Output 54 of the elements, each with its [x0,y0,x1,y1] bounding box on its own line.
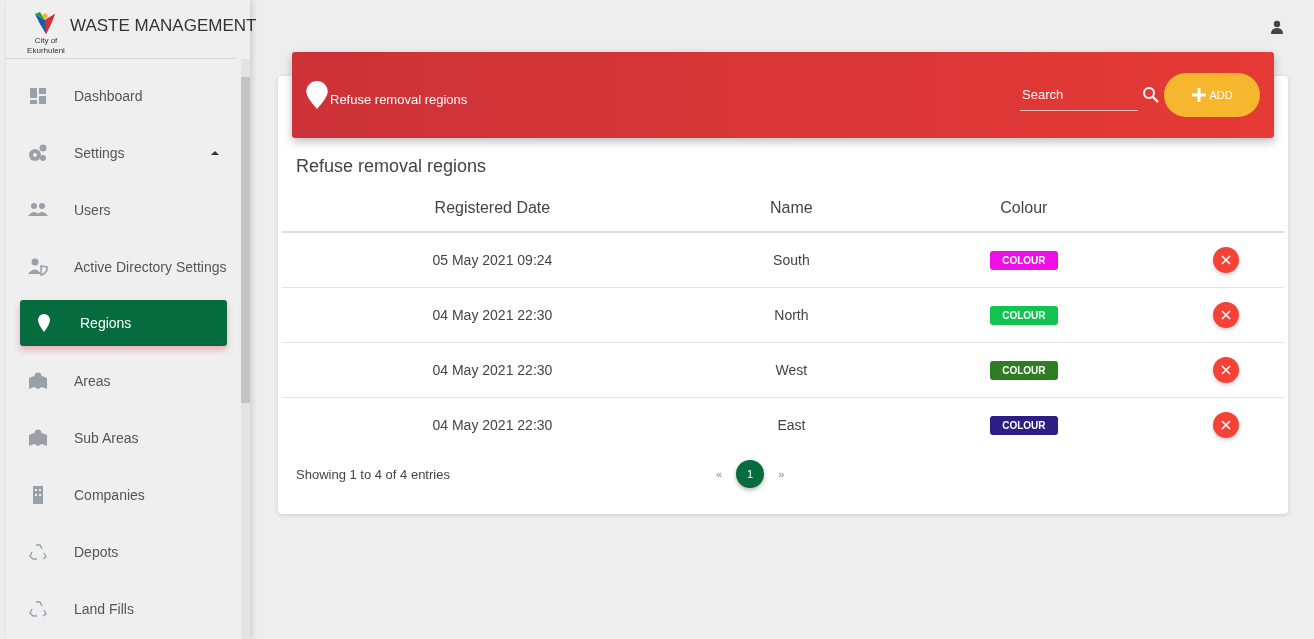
app-title: WASTE MANAGEMENT [70,16,257,36]
entries-summary: Showing 1 to 4 of 4 entries [296,466,451,482]
table-cell: 04 May 2021 22:30 [282,342,703,398]
colour-chip: COLOUR [990,305,1058,325]
table-cell: South [702,232,880,288]
table-cell: West [702,342,880,398]
sidebar-item[interactable]: Users [6,181,241,238]
shield-icon [28,256,48,277]
colour-chip: COLOUR [990,415,1058,435]
sidebar-item[interactable]: Sub Areas [6,409,241,466]
sidebar-item[interactable]: Companies [6,466,241,523]
sidebar-item[interactable]: Depots [6,523,241,580]
column-header: Registered Date [282,199,703,232]
map-icon [28,427,48,448]
table-cell: 04 May 2021 22:30 [282,397,703,452]
colour-chip: COLOUR [990,250,1058,270]
delete-button[interactable] [1212,412,1239,438]
gears-icon [28,142,48,163]
column-header: Colour [880,199,1168,232]
recycle-icon [28,598,48,619]
table-cell: North [702,287,880,343]
sidebar-item[interactable]: Settings [6,124,241,181]
close-icon [1220,420,1231,430]
logo-caption: City of Ekurhuleni [26,36,66,56]
recycle-icon [28,541,48,562]
pin-icon [306,81,328,109]
table-cell: 05 May 2021 09:24 [282,232,703,288]
sidebar-item[interactable]: Land Fills [6,580,241,637]
sidebar-item[interactable]: Areas [6,352,241,409]
scrollbar[interactable] [240,59,250,639]
close-icon [1220,255,1231,265]
table-cell: 04 May 2021 22:30 [282,287,703,343]
next-page-link[interactable]: » [778,468,785,480]
sidebar-item[interactable]: Regions [20,300,227,346]
delete-button[interactable] [1212,247,1239,273]
header-title: Refuse removal regions [330,91,468,107]
column-header: Name [702,199,880,232]
close-icon [1220,365,1231,375]
delete-button[interactable] [1212,302,1239,328]
table-cell: East [702,397,880,452]
sidebar-item[interactable]: Active Directory Settings [6,238,241,295]
sidebar-item[interactable]: Dashboard [6,67,241,124]
plus-icon [1191,87,1208,103]
colour-chip: COLOUR [990,360,1058,380]
previous-page-link[interactable]: « [716,468,723,480]
table-title: Refuse removal regions [295,155,488,178]
page-button[interactable]: 1 [736,460,765,488]
search-field[interactable]: Search [1020,79,1138,111]
search-icon[interactable] [1142,86,1160,104]
delete-button[interactable] [1212,357,1239,383]
user-icon[interactable] [1270,20,1284,34]
map-icon [28,370,48,391]
close-icon [1220,310,1231,320]
dashboard-icon [28,85,48,106]
